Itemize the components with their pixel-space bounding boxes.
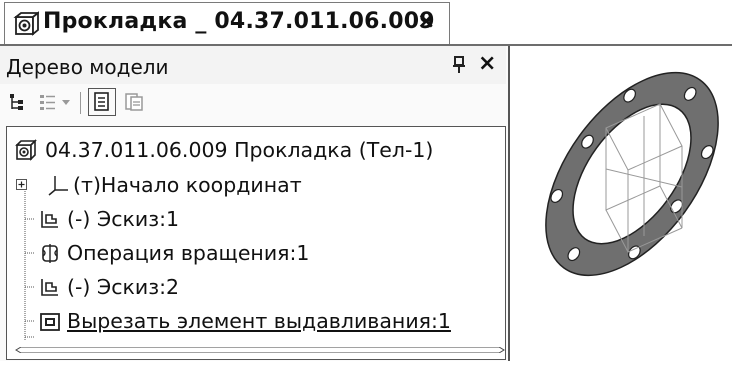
page-copy-icon[interactable] [124, 92, 144, 112]
panel-title: Дерево модели [6, 55, 169, 79]
tree-item-label: (т)Начало координат [73, 173, 302, 197]
model-tree-panel: Дерево модели × 04.37.011.06.009 Проклад… [0, 46, 510, 361]
sketch-icon [41, 279, 58, 296]
tree-item-label: (-) Эскиз:2 [67, 275, 180, 299]
panel-close-button[interactable]: × [478, 51, 496, 76]
tab-title: Прокладка _ 04.37.011.06.009 [43, 9, 435, 34]
tree-toolbar [0, 84, 506, 120]
page-button[interactable] [88, 88, 116, 116]
toolbar-separator [80, 92, 81, 114]
tree-item-label: 04.37.011.06.009 Прокладка (Тел-1) [45, 138, 434, 162]
dropdown-arrow-icon[interactable] [60, 92, 72, 112]
page-icon [94, 92, 109, 111]
pin-icon[interactable] [452, 56, 466, 74]
extrude-cut-icon [40, 313, 60, 331]
document-tab-strip: Прокладка _ 04.37.011.06.009 × [0, 0, 732, 46]
tab-close-button[interactable]: × [417, 9, 435, 34]
tree-item-label: Вырезать элемент выдавливания:1 [67, 309, 451, 333]
part-icon [15, 139, 37, 161]
part-icon [13, 11, 39, 36]
tree-item-label: (-) Эскиз:1 [67, 207, 180, 231]
sketch-icon [41, 211, 58, 228]
document-tab[interactable]: Прокладка _ 04.37.011.06.009 × [4, 2, 450, 45]
list-view-icon[interactable] [38, 92, 58, 112]
panel-header: Дерево модели × [0, 46, 506, 84]
revolve-icon [42, 244, 58, 263]
model-viewport[interactable] [510, 46, 732, 361]
model-tree: 04.37.011.06.009 Прокладка (Тел-1) (т)На… [6, 126, 506, 360]
origin-icon [48, 176, 68, 196]
horizontal-scrollbar[interactable] [13, 347, 507, 353]
tree-view-icon[interactable] [8, 92, 28, 112]
tree-item-label: Операция вращения:1 [67, 241, 310, 265]
expand-icon[interactable] [16, 179, 27, 190]
gasket-3d-model [545, 71, 719, 277]
